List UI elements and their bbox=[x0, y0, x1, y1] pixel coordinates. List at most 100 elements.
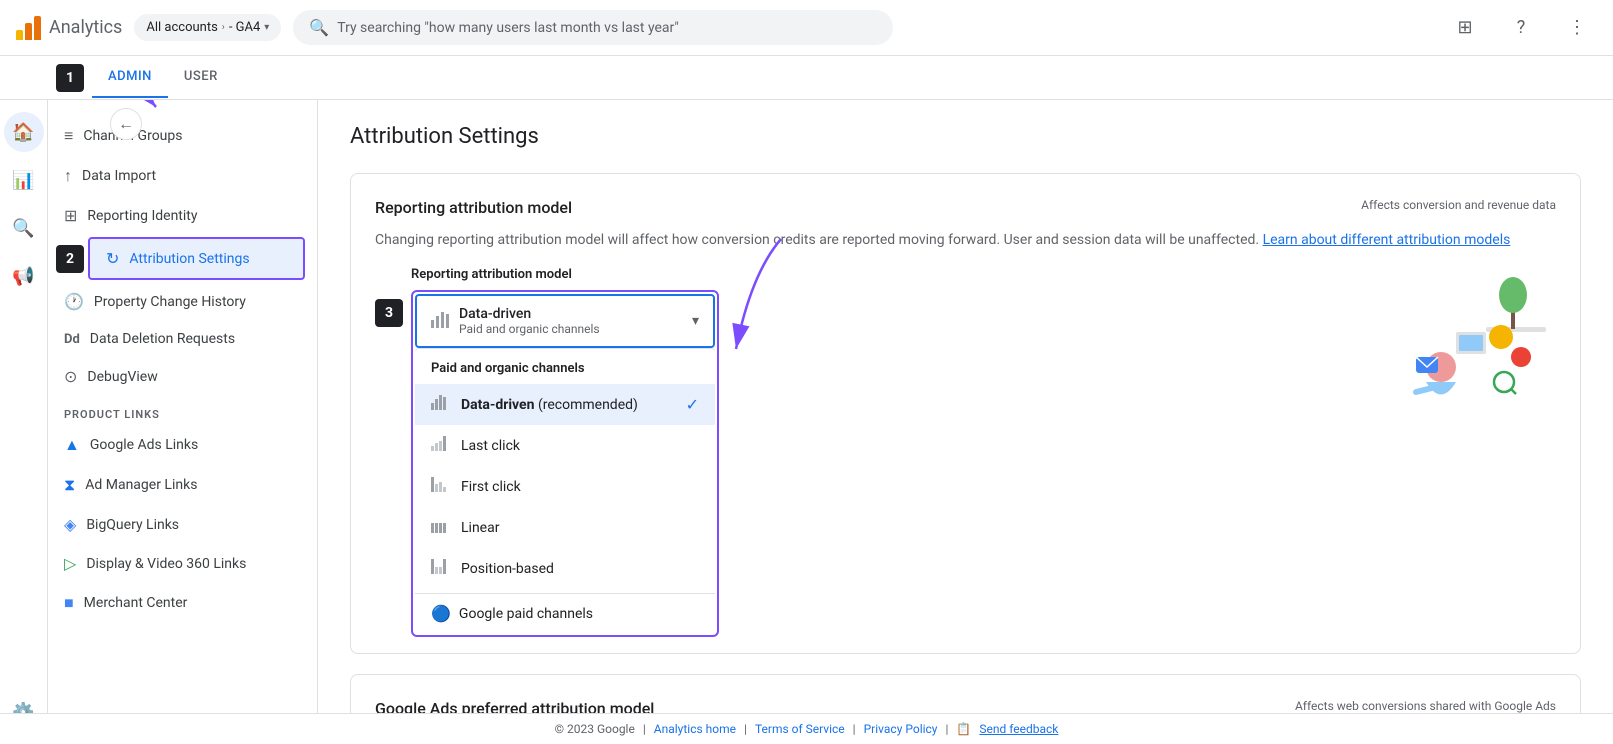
linear-label: Linear bbox=[461, 520, 699, 536]
sidebar-explore-icon[interactable]: 🔍 bbox=[4, 208, 44, 248]
step-3-badge: 3 bbox=[375, 299, 403, 327]
nav-label-display-video: Display & Video 360 Links bbox=[86, 556, 246, 572]
attribution-settings-icon: ↻ bbox=[106, 249, 119, 268]
bigquery-icon: ◈ bbox=[64, 515, 76, 534]
apps-icon[interactable]: ⊞ bbox=[1445, 8, 1485, 48]
reporting-identity-icon: ⊞ bbox=[64, 206, 77, 225]
product-links-label: PRODUCT LINKS bbox=[48, 396, 317, 425]
tab-admin[interactable]: ADMIN bbox=[92, 57, 168, 98]
nav-label-merchant-center: Merchant Center bbox=[84, 595, 188, 611]
step-2-badge: 2 bbox=[56, 245, 84, 273]
dropdown-menu: Paid and organic channels bbox=[415, 348, 715, 633]
last-click-label: Last click bbox=[461, 438, 699, 454]
nav-item-data-deletion[interactable]: Dd Data Deletion Requests bbox=[48, 321, 309, 357]
illustration-area bbox=[1356, 267, 1556, 467]
chevron-down-icon: ▾ bbox=[264, 22, 269, 33]
account-selector[interactable]: All accounts › - GA4 ▾ bbox=[134, 14, 281, 41]
last-click-icon bbox=[431, 435, 449, 456]
google-ads-icon: ▲ bbox=[64, 435, 80, 455]
nav-item-display-video[interactable]: ▷ Display & Video 360 Links bbox=[48, 544, 309, 583]
property-change-history-icon: 🕐 bbox=[64, 292, 84, 311]
left-sidebar: 🏠 📊 🔍 📢 ⚙️ bbox=[0, 100, 48, 744]
top-navigation: Analytics All accounts › - GA4 ▾ 🔍 Try s… bbox=[0, 0, 1613, 56]
nav-item-attribution-settings[interactable]: ↻ Attribution Settings bbox=[88, 237, 305, 280]
first-click-label: First click bbox=[461, 479, 699, 495]
data-driven-text: Data-driven (recommended) bbox=[461, 397, 674, 413]
search-icon: 🔍 bbox=[309, 18, 329, 37]
display-video-icon: ▷ bbox=[64, 554, 76, 573]
app-title: Analytics bbox=[49, 17, 122, 38]
nav-item-merchant-center[interactable]: ■ Merchant Center bbox=[48, 583, 309, 623]
footer-analytics-home[interactable]: Analytics home bbox=[654, 722, 736, 736]
hero-illustration bbox=[1356, 267, 1556, 447]
nav-label-data-deletion: Data Deletion Requests bbox=[90, 331, 235, 347]
help-icon[interactable]: ? bbox=[1501, 8, 1541, 48]
dropdown-item-last-click[interactable]: Last click bbox=[415, 425, 715, 466]
admin-user-tabs: 1 ADMIN USER bbox=[0, 56, 1613, 100]
card2-note: Affects web conversions shared with Goog… bbox=[1295, 699, 1556, 713]
nav-label-attribution-settings: Attribution Settings bbox=[129, 251, 249, 267]
selected-model-sub: Paid and organic channels bbox=[459, 322, 684, 336]
step-1-badge: 1 bbox=[56, 64, 84, 92]
footer-terms-of-service[interactable]: Terms of Service bbox=[755, 722, 845, 736]
dropdown-item-data-driven[interactable]: Data-driven (recommended) ✓ bbox=[415, 384, 715, 425]
google-paid-label: Google paid channels bbox=[459, 606, 593, 622]
learn-link[interactable]: Learn about different attribution models bbox=[1263, 232, 1511, 248]
more-options-icon[interactable]: ⋮ bbox=[1557, 8, 1597, 48]
card-note: Affects conversion and revenue data bbox=[1361, 198, 1556, 212]
chevron-right-icon: › bbox=[222, 22, 225, 33]
nav-item-google-ads-links[interactable]: ▲ Google Ads Links bbox=[48, 425, 309, 465]
nav-item-debugview[interactable]: ⊙ DebugView bbox=[48, 357, 309, 396]
google-paid-radio-icon: 🔵 bbox=[431, 604, 451, 623]
position-based-label: Position-based bbox=[461, 561, 699, 577]
search-placeholder: Try searching "how many users last month… bbox=[337, 20, 679, 36]
footer-privacy-policy[interactable]: Privacy Policy bbox=[864, 722, 938, 736]
nav-item-property-change-history[interactable]: 🕐 Property Change History bbox=[48, 282, 309, 321]
data-driven-sub: (recommended) bbox=[538, 397, 638, 413]
page-title: Attribution Settings bbox=[350, 124, 1581, 149]
model-selector-container: Reporting attribution model bbox=[411, 267, 719, 637]
card-header: Reporting attribution model Affects conv… bbox=[375, 198, 1556, 229]
dropdown-item-linear[interactable]: Linear bbox=[415, 507, 715, 548]
nav-item-bigquery[interactable]: ◈ BigQuery Links bbox=[48, 505, 309, 544]
footer-separator-1: | bbox=[643, 722, 646, 736]
dropdown-label: Reporting attribution model bbox=[411, 267, 719, 282]
google-paid-row[interactable]: 🔵 Google paid channels bbox=[415, 594, 715, 633]
card-title: Reporting attribution model bbox=[375, 198, 572, 217]
property-label: - GA4 bbox=[229, 20, 260, 35]
card-body: Changing reporting attribution model wil… bbox=[375, 229, 1556, 251]
analytics-logo bbox=[16, 16, 41, 40]
sidebar-home-icon[interactable]: 🏠 bbox=[4, 112, 44, 152]
nav-label-data-import: Data Import bbox=[82, 168, 156, 184]
model-select-text: Data-driven Paid and organic channels bbox=[459, 306, 684, 336]
dropdown-item-position-based[interactable]: Position-based bbox=[415, 548, 715, 589]
footer-copyright: © 2023 Google bbox=[555, 722, 635, 736]
data-driven-label: Data-driven bbox=[461, 397, 534, 413]
reporting-attribution-card: Reporting attribution model Affects conv… bbox=[350, 173, 1581, 654]
dropdown-chevron-icon: ▾ bbox=[692, 313, 699, 329]
nav-item-data-import[interactable]: ↑ Data Import bbox=[48, 156, 309, 196]
footer-send-feedback[interactable]: Send feedback bbox=[979, 722, 1058, 736]
merchant-center-icon: ■ bbox=[64, 593, 74, 613]
nav-label-ad-manager: Ad Manager Links bbox=[85, 477, 197, 493]
data-import-icon: ↑ bbox=[64, 166, 72, 186]
selected-model-name: Data-driven bbox=[459, 306, 684, 322]
search-bar[interactable]: 🔍 Try searching "how many users last mon… bbox=[293, 10, 893, 45]
dropdown-item-first-click[interactable]: First click bbox=[415, 466, 715, 507]
dropdown-area: 3 Reporting attribution model bbox=[375, 267, 1556, 637]
sidebar-advertising-icon[interactable]: 📢 bbox=[4, 256, 44, 296]
tab-user[interactable]: USER bbox=[168, 57, 234, 98]
logo-area: Analytics bbox=[16, 16, 122, 40]
sidebar-reports-icon[interactable]: 📊 bbox=[4, 160, 44, 200]
data-driven-icon bbox=[431, 394, 449, 415]
nav-item-channel-groups[interactable]: ≡ Channel Groups bbox=[48, 116, 309, 156]
nav-label-bigquery: BigQuery Links bbox=[86, 517, 179, 533]
model-dropdown-trigger[interactable]: Data-driven Paid and organic channels ▾ bbox=[415, 294, 715, 348]
data-deletion-icon: Dd bbox=[64, 332, 80, 347]
step1-arrow bbox=[96, 100, 176, 112]
nav-item-reporting-identity[interactable]: ⊞ Reporting Identity bbox=[48, 196, 309, 235]
position-based-icon bbox=[431, 558, 449, 579]
back-button[interactable]: ← bbox=[110, 108, 142, 140]
ad-manager-icon: ⧗ bbox=[64, 475, 75, 495]
nav-item-ad-manager[interactable]: ⧗ Ad Manager Links bbox=[48, 465, 309, 505]
